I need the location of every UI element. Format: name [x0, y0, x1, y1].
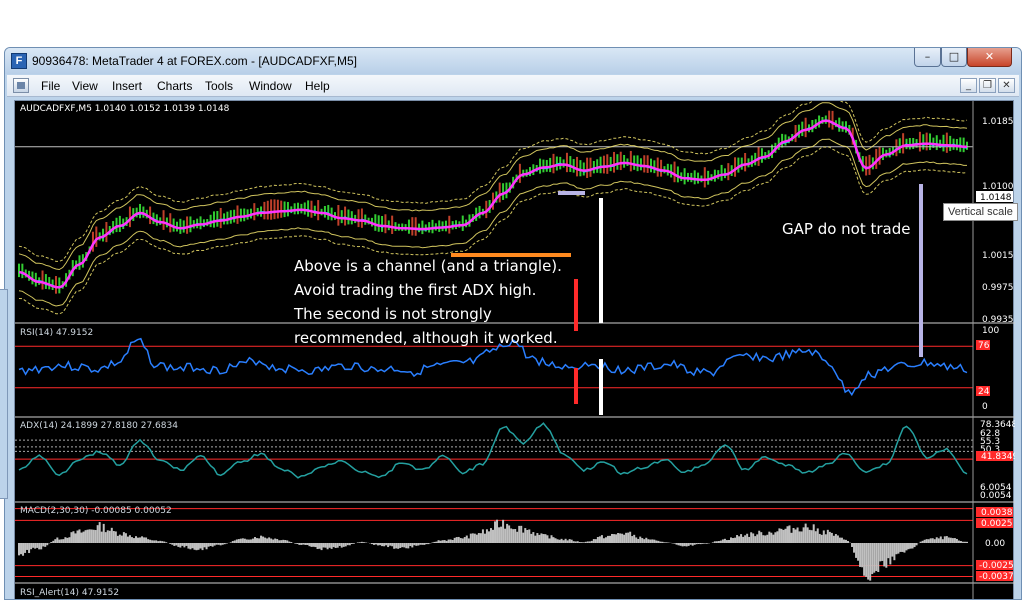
adx-level-label: 41.8349 — [981, 452, 1015, 462]
macd-tick-zero: 0.00 — [985, 539, 1005, 549]
chart-minimize-button[interactable]: _ — [960, 78, 977, 93]
chart-canvas[interactable]: AUDCADFXF,M5 1.0140 1.0152 1.0139 1.0148… — [15, 101, 1015, 600]
close-button[interactable]: ✕ — [967, 48, 1012, 67]
adx-line — [18, 422, 968, 479]
rsi-tick-0: 0 — [982, 402, 988, 412]
menu-bar: File View Insert Charts Tools Window Hel… — [7, 75, 1019, 97]
envelope-band-1 — [18, 102, 968, 271]
maximize-button[interactable]: □ — [941, 48, 967, 67]
price-tick-3: 1.0015 — [982, 251, 1014, 261]
title-bar[interactable]: F 90936478: MetaTrader 4 at FOREX.com - … — [5, 48, 1021, 74]
rsi-tick-100: 100 — [982, 326, 999, 336]
channel-note-line-3: The second is not strongly — [293, 305, 492, 323]
menu-view[interactable]: View — [72, 79, 98, 93]
chart-close-button[interactable]: ✕ — [998, 78, 1015, 93]
rsi-panel-label: RSI(14) 47.9152 — [20, 328, 93, 338]
menu-tools[interactable]: Tools — [205, 79, 233, 93]
window-title: 90936478: MetaTrader 4 at FOREX.com - [A… — [32, 54, 358, 68]
extra-panel-label: RSI_Alert(14) 47.9152 — [20, 588, 119, 598]
menu-insert[interactable]: Insert — [112, 79, 142, 93]
price-panel-label: AUDCADFXF,M5 1.0140 1.0152 1.0139 1.0148 — [20, 104, 230, 114]
chart-window-icon[interactable] — [13, 78, 29, 93]
adx-panel-series — [15, 422, 973, 479]
menu-help[interactable]: Help — [305, 79, 330, 93]
chart-restore-button[interactable]: ❐ — [979, 78, 996, 93]
adx-tick-0: 0.0054 — [980, 491, 1012, 501]
rsi-level-76-label: 76 — [978, 341, 990, 351]
channel-note-line-2: Avoid trading the first ADX high. — [294, 281, 536, 299]
macd-level-4-label: -0.0037 — [979, 572, 1014, 582]
gap-note: GAP do not trade — [782, 220, 911, 238]
menu-window[interactable]: Window — [249, 79, 292, 93]
rsi-panel-series — [15, 337, 973, 397]
chart-area[interactable]: AUDCADFXF,M5 1.0140 1.0152 1.0139 1.0148… — [14, 100, 1015, 600]
macd-level-2-label: 0.0025 — [981, 519, 1013, 529]
menu-charts[interactable]: Charts — [157, 79, 192, 93]
price-tick-5: 0.9935 — [982, 315, 1014, 325]
channel-note-line-4: recommended, although it worked. — [294, 329, 558, 347]
navigator-panel-edge[interactable] — [0, 289, 8, 499]
minimize-button[interactable]: – — [914, 48, 941, 67]
price-tick-4: 0.9975 — [982, 283, 1014, 293]
channel-note-line-1: Above is a channel (and a triangle). — [294, 257, 562, 275]
macd-panel-label: MACD(2,30,30) -0.00085 0.00052 — [20, 506, 172, 516]
menu-file[interactable]: File — [41, 79, 60, 93]
rsi-line — [18, 337, 968, 397]
vertical-scale-tooltip: Vertical scale — [943, 203, 1018, 221]
price-tick-1: 1.0185 — [982, 117, 1014, 127]
rsi-level-24-label: 24 — [978, 387, 990, 397]
desktop: F 90936478: MetaTrader 4 at FOREX.com - … — [0, 0, 1024, 600]
macd-panel-series — [15, 508, 973, 581]
price-tick-2: 1.0100 — [982, 182, 1014, 192]
macd-level-1-label: 0.0038 — [981, 508, 1013, 518]
metatrader-app-icon: F — [11, 53, 27, 69]
current-price-label: 1.0148 — [980, 193, 1012, 203]
macd-level-3-label: -0.0025 — [979, 561, 1014, 571]
adx-panel-label: ADX(14) 24.1899 27.8180 27.6834 — [20, 421, 178, 431]
metatrader-window: F 90936478: MetaTrader 4 at FOREX.com - … — [4, 47, 1022, 600]
